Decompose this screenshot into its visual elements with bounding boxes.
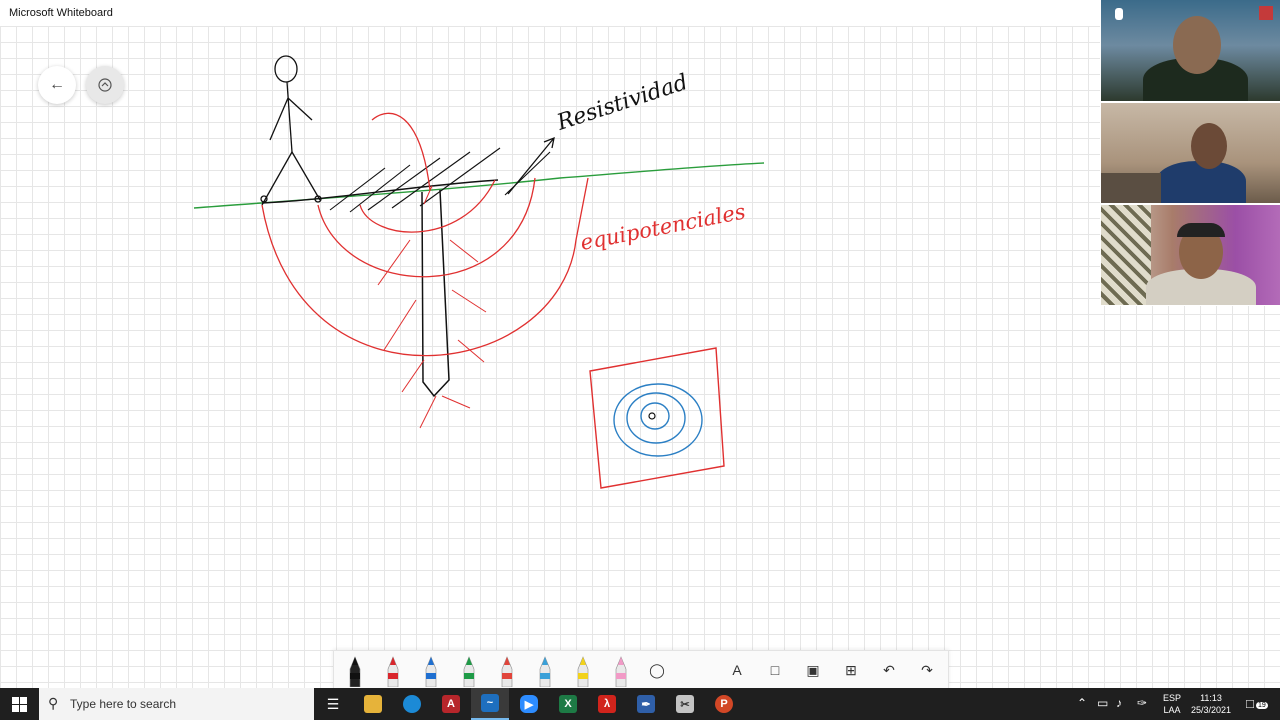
access-icon: A [442,695,460,713]
clock-date: 25/3/2021 [1190,705,1232,715]
task-view-button[interactable]: ☰ [314,688,352,720]
tool-green-pen[interactable] [452,653,486,687]
powerpoint-icon: P [715,695,733,713]
app-zoom[interactable]: ▶ [510,688,548,720]
stick-figure [260,55,322,206]
badge-icon [1259,6,1273,20]
blue-pen-icon [425,656,437,687]
edge-icon [403,695,421,713]
input-language[interactable]: ESP LAA [1160,692,1184,716]
pen-toolbar: ◯ A □ ▣ ⊞ ↶ ↷ [333,650,949,689]
arrow-left-icon: ← [49,76,65,93]
lasso-tool[interactable]: ◯ [640,653,674,687]
tool-red-pen[interactable] [376,653,410,687]
folder-icon [364,695,382,713]
zoom-icon: ▶ [520,695,538,713]
taskbar-search[interactable]: ⚲ Type here to search [39,688,314,720]
layout-code: LAA [1163,705,1181,715]
red-pen-icon [387,656,399,687]
red-pen-2-icon [501,656,513,687]
video-tile-participant-1[interactable] [1101,0,1280,101]
app-edge[interactable] [393,688,431,720]
yellow-highlighter-icon [577,656,589,687]
snipping-icon: ✂ [676,695,694,713]
volume-icon[interactable]: ♪ [1116,696,1122,710]
sticky-note-icon: □ [770,662,780,678]
plus-square-icon: ⊞ [845,661,857,678]
windows-taskbar: ⚲ Type here to search ☰ A ~ ▶ X λ ✒ ✂ P … [0,688,1280,720]
contour-center [648,412,656,420]
pointer-arrow [507,136,555,195]
clock-time: 11:13 [1200,693,1222,703]
tool-yellow-highlighter[interactable] [566,653,600,687]
search-icon: ⚲ [48,695,59,711]
app-pen[interactable]: ✒ [627,688,665,720]
add-tool[interactable]: ⊞ [834,653,868,687]
share-link-icon [98,78,112,92]
tool-blue-pen[interactable] [414,653,448,687]
app-excel[interactable]: X [549,688,587,720]
share-button[interactable] [86,66,124,104]
cyan-pen-icon [539,656,551,687]
clock[interactable]: 11:13 25/3/2021 [1188,692,1234,716]
lasso-icon: ◯ [649,661,665,678]
black-pen-icon [349,656,361,687]
video-tile-participant-2[interactable] [1101,103,1280,203]
text-icon: A [732,662,742,678]
excel-icon: X [559,695,577,713]
app-access[interactable]: A [432,688,470,720]
notification-icon: □ [1246,696,1254,711]
whiteboard-icon: ~ [481,694,499,712]
label-equipotentials: equipotenciales [578,199,747,255]
back-button[interactable]: ← [38,66,76,104]
task-view-icon: ☰ [326,695,340,712]
note-tool[interactable]: □ [758,653,792,687]
app-acrobat[interactable]: λ [588,688,626,720]
undo-button[interactable]: ↶ [872,653,906,687]
label-resistivity: Resistividad [553,70,691,136]
image-tool[interactable]: ▣ [796,653,830,687]
pen-app-icon: ✒ [637,695,655,713]
app-snipping[interactable]: ✂ [666,688,704,720]
tray-chevron-up-icon[interactable]: ⌃ [1077,696,1087,710]
contour-rings [613,383,703,457]
pink-eraser-icon [615,656,627,687]
pen-workspace-icon[interactable]: ✑ [1137,696,1147,710]
app-whiteboard[interactable]: ~ [471,688,509,720]
current-lines [377,185,487,429]
mic-indicator-icon [1115,8,1123,20]
start-button[interactable] [0,688,38,720]
equipotential-curves [261,112,589,357]
green-pen-icon [463,656,475,687]
ink-layer[interactable]: Resistividad equipotenciales [0,0,1280,688]
surface-line [261,179,499,204]
undo-icon: ↶ [883,661,895,678]
search-placeholder: Type here to search [70,697,177,711]
image-icon: ▣ [806,661,820,678]
app-powerpoint[interactable]: P [705,688,743,720]
notification-count: 19 [1256,702,1268,709]
tool-cyan-pen[interactable] [528,653,562,687]
language-code: ESP [1162,693,1181,703]
redo-icon: ↷ [921,661,933,678]
tool-pink-eraser[interactable] [604,653,638,687]
text-tool[interactable]: A [720,653,754,687]
notification-center-button[interactable]: □ 19 [1244,694,1270,714]
acrobat-icon: λ [598,695,616,713]
electrode [421,189,450,398]
windows-logo-icon [11,696,27,712]
video-panel [1100,0,1280,306]
tool-black-pen[interactable] [338,653,372,687]
contour-box [589,347,725,489]
tool-red-pen-2[interactable] [490,653,524,687]
app-file-explorer[interactable] [354,688,392,720]
video-tile-participant-3[interactable] [1101,205,1280,305]
redo-button[interactable]: ↷ [910,653,944,687]
network-icon[interactable]: ▭ [1097,696,1108,710]
